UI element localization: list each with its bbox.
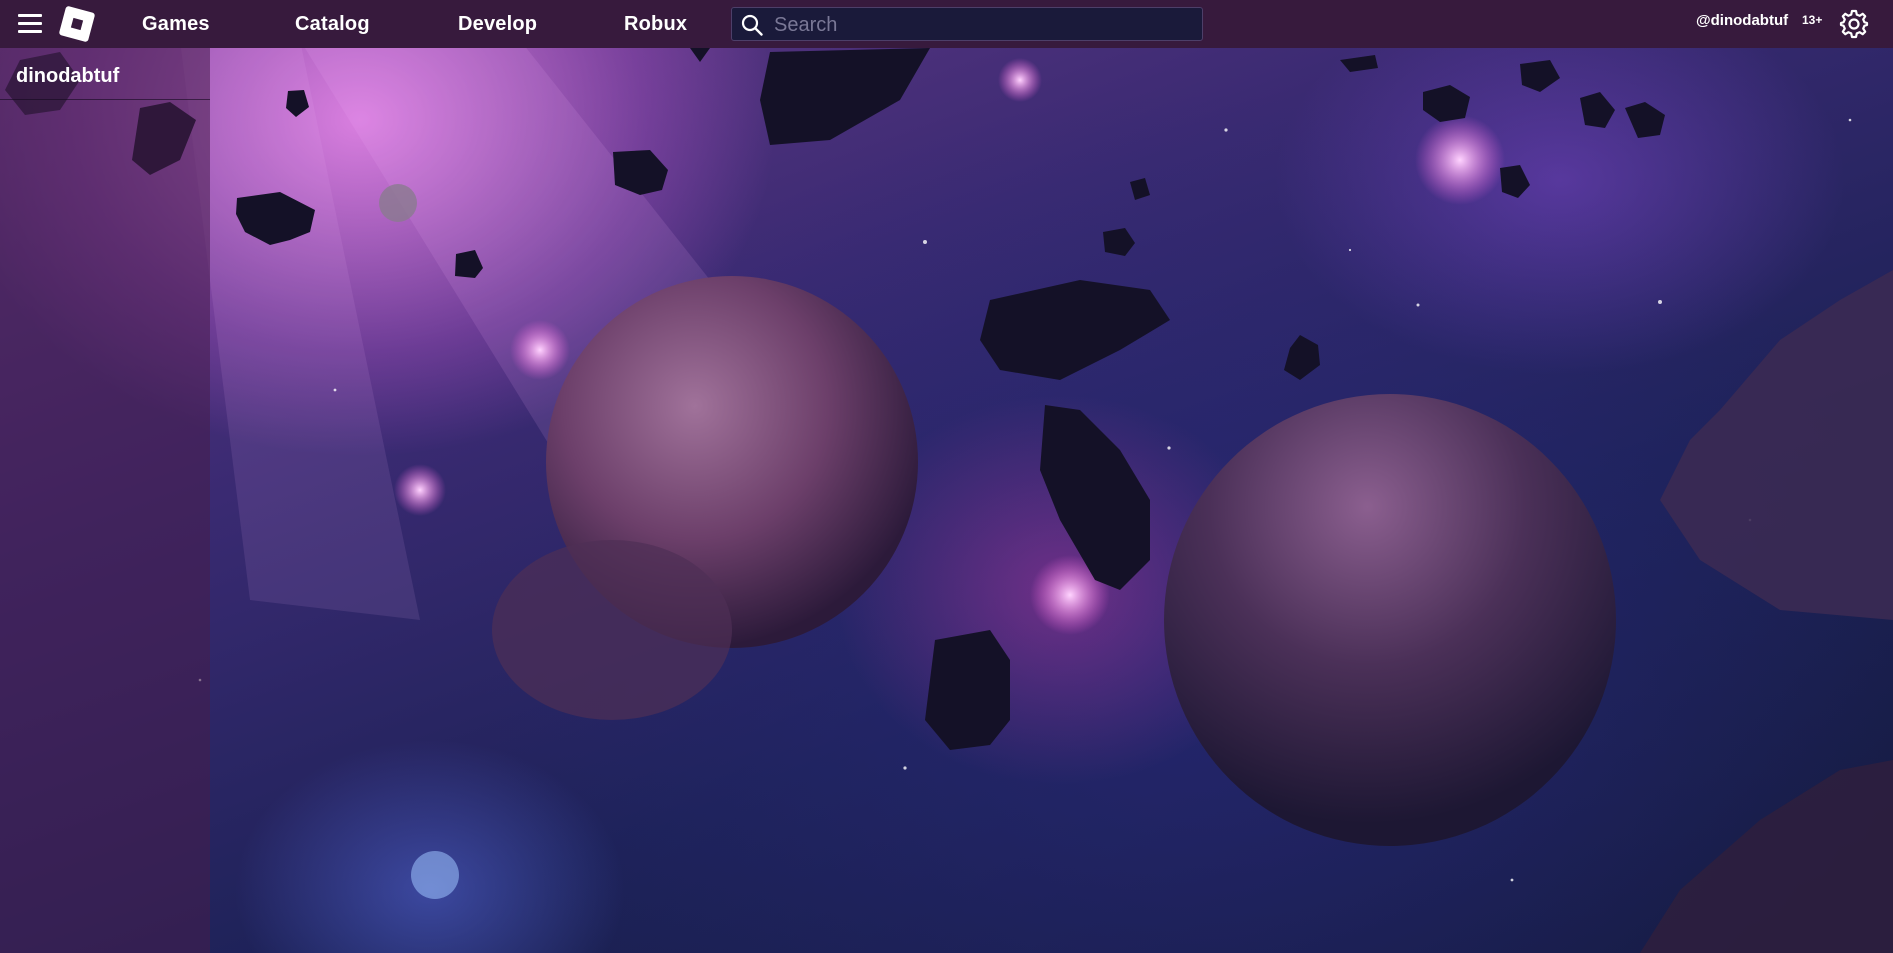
sidebar-username-link[interactable]: dinodabtuf [0, 48, 210, 100]
nav-games-link[interactable]: Games [142, 13, 210, 36]
left-sidebar: dinodabtuf [0, 48, 210, 953]
nav-robux-link[interactable]: Robux [624, 13, 687, 36]
age-badge: 13+ [1802, 13, 1823, 27]
space-background [0, 0, 1893, 953]
top-nav-bar: Games Catalog Develop Robux @dinodabtuf … [0, 0, 1893, 48]
search-icon[interactable] [740, 13, 764, 37]
search-box [731, 7, 1203, 42]
menu-icon[interactable] [18, 14, 42, 34]
nav-catalog-link[interactable]: Catalog [295, 13, 370, 36]
menu-icon-line [18, 14, 42, 17]
space-scene-art [5, 40, 1893, 953]
search-input[interactable] [772, 8, 1196, 42]
logo-icon[interactable] [58, 5, 96, 43]
nav-develop-link[interactable]: Develop [458, 13, 537, 36]
menu-icon-line [18, 22, 42, 25]
gear-icon[interactable] [1839, 9, 1869, 39]
account-username[interactable]: @dinodabtuf [1696, 12, 1788, 29]
menu-icon-line [18, 30, 42, 33]
